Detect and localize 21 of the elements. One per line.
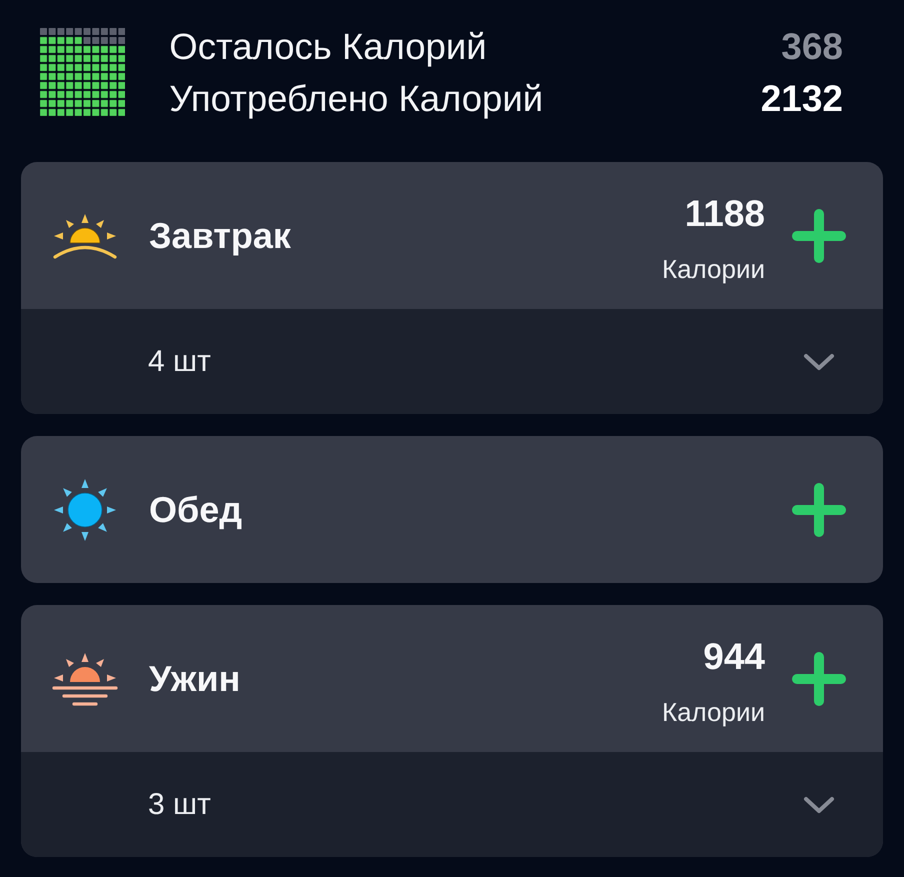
summary-label: Употреблено Калорий — [169, 78, 544, 120]
sunset-icon — [52, 650, 118, 706]
sun-icon — [52, 478, 118, 542]
summary-label: Осталось Калорий — [169, 26, 487, 68]
item-count: 4 шт — [148, 344, 211, 378]
sunrise-icon — [52, 212, 118, 260]
calories-value: 1188 — [684, 192, 765, 236]
calories-label: Калории — [662, 696, 765, 728]
item-count: 3 шт — [148, 788, 211, 822]
summary-value: 368 — [781, 26, 843, 68]
meal-title: Ужин — [149, 658, 242, 700]
plus-icon[interactable] — [792, 482, 846, 536]
chevron-icon[interactable] — [803, 352, 835, 372]
calories-label: Калории — [662, 252, 765, 286]
meal-title: Обед — [149, 488, 244, 530]
meal-title: Завтрак — [149, 214, 292, 256]
plus-icon[interactable] — [792, 208, 846, 262]
plus-icon[interactable] — [792, 652, 846, 706]
chevron-icon[interactable] — [803, 794, 835, 814]
summary-value: 2132 — [760, 78, 843, 120]
calories-value: 944 — [703, 634, 765, 678]
